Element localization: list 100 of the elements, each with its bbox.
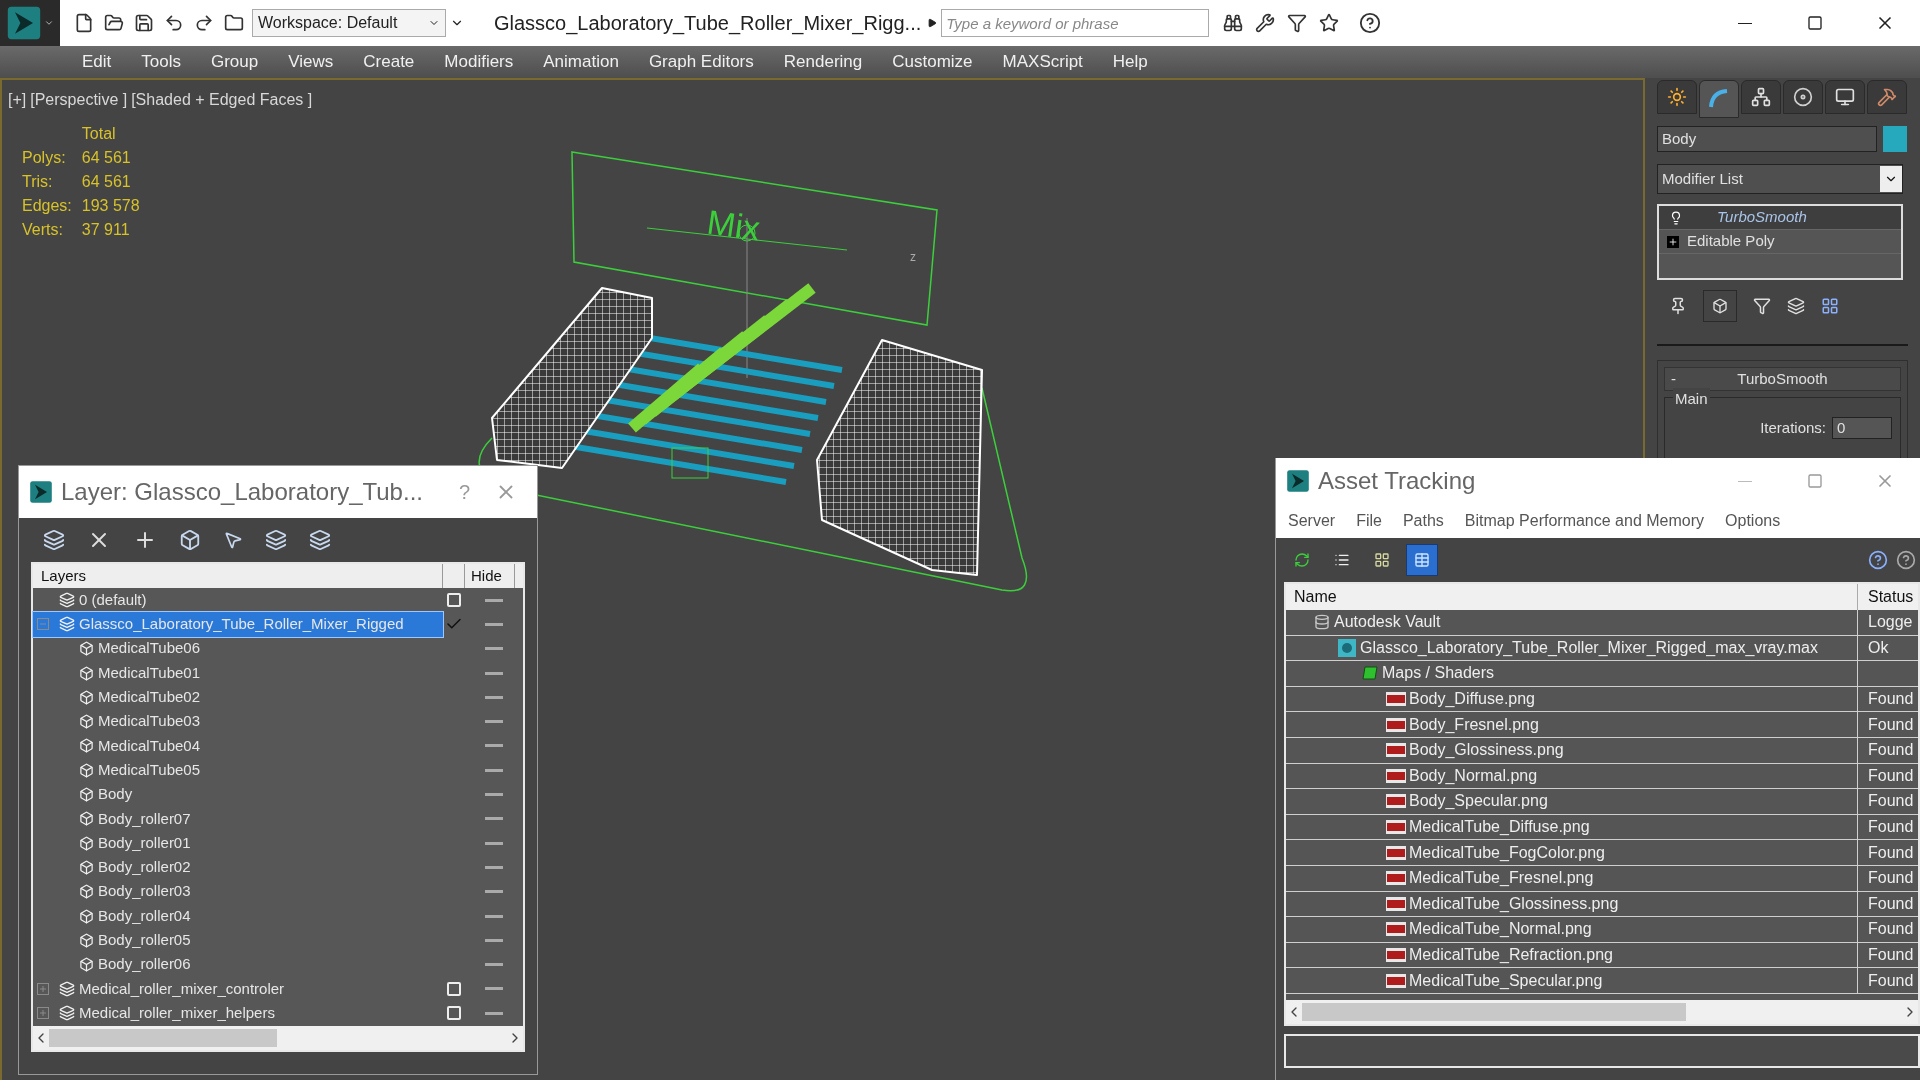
hide-toggle[interactable] [485, 938, 503, 942]
hide-toggle[interactable] [485, 695, 503, 699]
asset-row[interactable]: Body_Specular.png Found [1286, 789, 1918, 815]
menu-item[interactable]: Edit [82, 49, 112, 75]
layer-row[interactable]: MedicalTube05 [33, 758, 443, 783]
select-objects-icon[interactable] [179, 529, 201, 551]
redo-icon[interactable] [194, 13, 214, 33]
column-header[interactable]: Layers [33, 564, 443, 588]
command-panel-tab[interactable] [1741, 80, 1781, 114]
pin-icon[interactable] [1669, 297, 1687, 315]
expander-toggle[interactable] [37, 618, 49, 631]
expand-search-icon[interactable] [927, 18, 938, 28]
column-header[interactable]: Name [1286, 584, 1858, 610]
hide-toggle[interactable] [485, 622, 503, 626]
asset-row[interactable]: Maps / Shaders [1286, 661, 1918, 687]
asset-row[interactable]: MedicalTube_Fresnel.png Found [1286, 865, 1918, 892]
active-layer-checkbox[interactable] [447, 981, 461, 996]
menu-item[interactable]: Server [1288, 509, 1336, 533]
hide-toggle[interactable] [485, 865, 503, 869]
asset-row[interactable]: Body_Glossiness.png Found [1286, 737, 1918, 764]
hide-toggle[interactable] [485, 963, 503, 967]
layer-row[interactable]: MedicalTube02 [33, 685, 443, 710]
menu-item[interactable]: File [1356, 509, 1382, 533]
object-color-swatch[interactable] [1883, 126, 1907, 152]
scrollbar-thumb[interactable] [1302, 1002, 1686, 1021]
hide-toggle[interactable] [485, 987, 503, 991]
hide-toggle[interactable] [485, 817, 503, 821]
asset-row[interactable]: MedicalTube_Refraction.png Found [1286, 942, 1918, 969]
command-panel-tab[interactable] [1699, 80, 1739, 118]
layer-row[interactable]: Body_roller05 [33, 928, 443, 953]
configure-sets-icon[interactable] [1821, 297, 1839, 315]
layer-row[interactable]: MedicalTube03 [33, 709, 443, 734]
layer-row[interactable]: Body_roller01 [33, 830, 443, 856]
layer-row[interactable]: Body_roller02 [33, 855, 443, 880]
command-panel-tab[interactable] [1825, 80, 1865, 114]
new-file-icon[interactable] [74, 13, 94, 33]
hide-toggle[interactable] [485, 744, 503, 748]
asset-row[interactable]: MedicalTube_Specular.png Found [1286, 968, 1918, 994]
save-icon[interactable] [134, 13, 154, 33]
binoculars-icon[interactable] [1223, 13, 1244, 33]
menu-item[interactable]: Help [1112, 49, 1148, 75]
new-layer-icon[interactable] [43, 529, 65, 551]
menu-item[interactable]: Modifiers [444, 49, 514, 75]
layer-row[interactable]: Glassco_Laboratory_Tube_Roller_Mixer_Rigged [33, 612, 443, 637]
project-folder-icon[interactable] [224, 13, 244, 33]
menu-item[interactable]: Group [211, 49, 259, 75]
menu-item[interactable]: MAXScript [1002, 49, 1083, 75]
asset-row[interactable]: MedicalTube_Normal.png Found [1286, 917, 1918, 943]
column-header[interactable]: Hide [465, 564, 515, 588]
menu-item[interactable]: Views [288, 49, 334, 75]
asset-row[interactable]: MedicalTube_Glossiness.png Found [1286, 891, 1918, 918]
hide-toggle[interactable] [485, 841, 503, 845]
star-icon[interactable] [1319, 13, 1340, 33]
asset-row[interactable]: Body_Diffuse.png Found [1286, 686, 1918, 713]
layer-row[interactable]: Body [33, 782, 443, 807]
open-folder-icon[interactable] [104, 13, 124, 33]
menu-item[interactable]: Rendering [783, 49, 863, 75]
toolbar-button[interactable] [1406, 544, 1438, 576]
layer-row[interactable]: 0 (default) [33, 588, 443, 613]
active-layer-checkbox[interactable] [447, 593, 461, 608]
modifier-stack-item[interactable]: TurboSmooth [1659, 206, 1901, 230]
asset-row[interactable]: Glassco_Laboratory_Tube_Roller_Mixer_Rigged_max_vray.max Ok [1286, 635, 1918, 662]
layer-row[interactable]: Body_roller04 [33, 903, 443, 929]
modifier-stack-item[interactable]: Editable Poly [1659, 230, 1901, 254]
menu-item[interactable]: Options [1725, 509, 1781, 533]
viewport-label[interactable]: [Perspective ] [30, 88, 128, 112]
stack-icon[interactable] [1787, 297, 1805, 315]
command-panel-tab[interactable] [1783, 80, 1823, 114]
menu-item[interactable]: Paths [1402, 509, 1444, 533]
hide-toggle[interactable] [485, 793, 503, 796]
viewport-label[interactable]: [Shaded + Edged Faces ] [131, 88, 313, 112]
select-layer-icon[interactable] [223, 530, 243, 550]
layer-row[interactable]: Body_roller07 [33, 806, 443, 831]
expand-icon[interactable] [1667, 235, 1679, 248]
hide-toggle[interactable] [485, 768, 503, 772]
hide-toggle[interactable] [485, 671, 503, 675]
layer-row[interactable]: Body_roller06 [33, 952, 443, 977]
hide-toggle[interactable] [485, 914, 503, 918]
help-icon[interactable] [1359, 12, 1382, 34]
asset-row[interactable]: Autodesk Vault Logge [1286, 610, 1918, 636]
object-name-field[interactable]: Body [1657, 126, 1877, 152]
layer-row[interactable]: Medical_roller_mixer_controler [33, 976, 443, 1002]
asset-row[interactable]: Body_Fresnel.png Found [1286, 712, 1918, 738]
undo-icon[interactable] [164, 13, 184, 33]
menu-item[interactable]: Graph Editors [648, 49, 754, 75]
viewport-label[interactable]: [+] [8, 88, 27, 112]
scrollbar-thumb[interactable] [49, 1029, 277, 1047]
menu-item[interactable]: Animation [543, 49, 619, 75]
iterations-spinner[interactable]: 0 [1832, 416, 1892, 439]
rollout-header[interactable]: - TurboSmooth [1664, 367, 1901, 391]
highlight-layer-icon[interactable] [265, 529, 287, 551]
search-field[interactable]: Type a keyword or phrase [941, 9, 1210, 37]
filter-icon[interactable] [1287, 13, 1308, 33]
hide-toggle[interactable] [485, 890, 503, 894]
layer-row[interactable]: MedicalTube04 [33, 733, 443, 759]
menu-item[interactable]: Create [363, 49, 415, 75]
hide-toggle[interactable] [485, 598, 503, 602]
layer-row[interactable]: Medical_roller_mixer_helpers [33, 1001, 443, 1026]
hide-toggle[interactable] [485, 1011, 503, 1015]
menu-item[interactable]: Customize [892, 49, 973, 75]
